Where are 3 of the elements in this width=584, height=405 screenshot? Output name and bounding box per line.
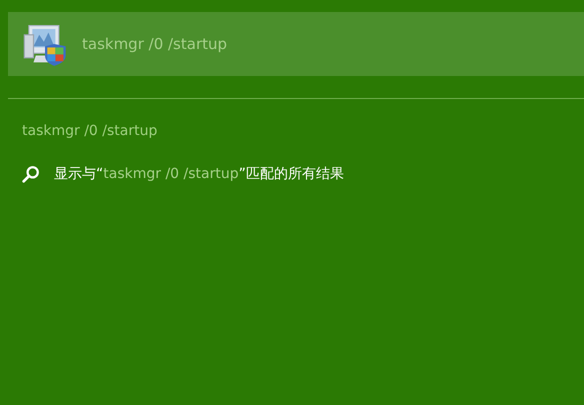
query-heading: taskmgr /0 /startup bbox=[22, 123, 158, 139]
search-icon bbox=[22, 165, 40, 183]
show-all-results-link[interactable]: 显示与“taskmgr /0 /startup”匹配的所有结果 bbox=[22, 165, 344, 183]
